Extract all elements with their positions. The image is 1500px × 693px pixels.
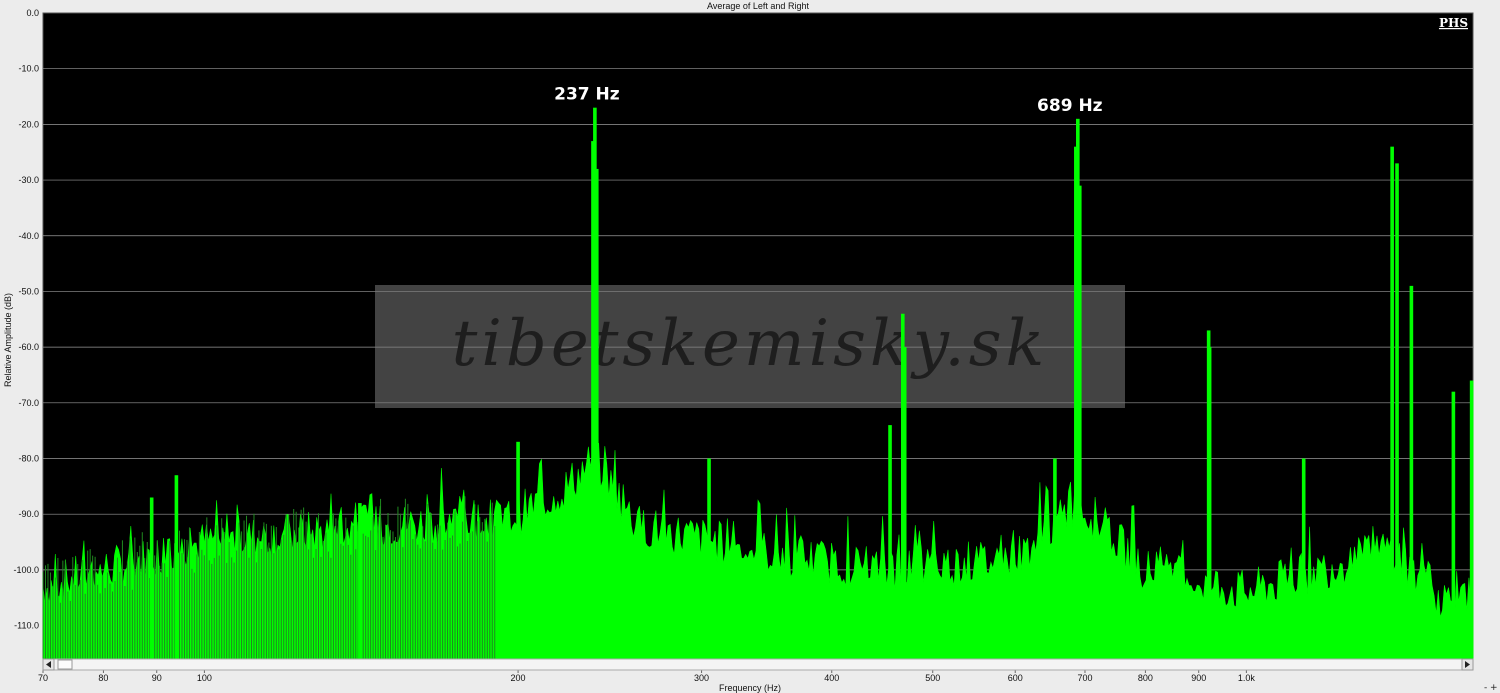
peak-bar [1301, 458, 1306, 659]
peak-bar [888, 425, 892, 659]
x-tick-label: 800 [1138, 673, 1153, 683]
scrollbar-track[interactable] [42, 658, 1474, 671]
y-tick-label: 0.0 [26, 8, 39, 18]
watermark: tibetskemisky.sk [375, 285, 1125, 408]
x-tick-label: 70 [38, 673, 48, 683]
peak-bar [149, 497, 154, 659]
peak-bar [902, 347, 907, 659]
y-tick-label: -30.0 [18, 175, 39, 185]
y-tick-labels: 0.0 -10.0 -20.0 -30.0 -40.0 -50.0 -60.0 -70.0 -8… [13, 8, 39, 631]
zoom-plus-icon[interactable]: + [1490, 683, 1498, 693]
y-tick-label: -40.0 [18, 231, 39, 241]
y-tick-label: -70.0 [18, 398, 39, 408]
x-tick-label: 100 [197, 673, 212, 683]
x-tick-label: 1.0k [1238, 673, 1256, 683]
x-tick-label: 900 [1191, 673, 1206, 683]
peak-bar [1077, 185, 1082, 659]
y-tick-label: -100.0 [13, 565, 39, 575]
peak-bar [1469, 380, 1474, 659]
chart-title: Average of Left and Right [707, 1, 809, 11]
horizontal-scrollbar[interactable] [42, 658, 1474, 671]
watermark-text: tibetskemisky.sk [452, 307, 1049, 381]
peak-bar [1409, 285, 1414, 659]
peak-bar [1395, 163, 1399, 660]
peak-annotation: 237 Hz [554, 85, 620, 105]
peak-bar [1451, 391, 1456, 659]
peak-bar [1053, 458, 1057, 659]
peak-bar [707, 458, 711, 659]
y-tick-label: -80.0 [18, 454, 39, 464]
y-tick-label: -50.0 [18, 286, 39, 296]
y-tick-label: -60.0 [18, 342, 39, 352]
zoom-minus-icon[interactable]: - [1484, 683, 1487, 693]
x-tick-label: 90 [152, 673, 162, 683]
y-tick-label: -20.0 [18, 119, 39, 129]
phs-logo: PHS [1439, 16, 1468, 30]
peak-bar [174, 475, 179, 659]
peak-bar [594, 168, 599, 659]
peak-bar [516, 441, 520, 659]
x-tick-labels: 70 80 90 100 200 300 400 500 600 700 800 900 1.0k [38, 670, 1255, 683]
y-tick-label: -110.0 [14, 621, 39, 631]
zoom-controls[interactable]: - + [1484, 683, 1498, 693]
peak-bar [358, 503, 362, 659]
scroll-thumb[interactable] [57, 659, 73, 670]
x-tick-label: 600 [1008, 673, 1023, 683]
peak-bar [1074, 146, 1078, 660]
y-axis-label: Relative Amplitude (dB) [3, 293, 13, 387]
peak-annotation: 689 Hz [1037, 96, 1103, 116]
x-tick-label: 200 [511, 673, 526, 683]
x-axis-label: Frequency (Hz) [719, 683, 781, 693]
x-tick-label: 700 [1077, 673, 1092, 683]
x-tick-label: 400 [824, 673, 839, 683]
spectrum-chart: Average of Left and Right Relative Ampli… [3, 1, 1498, 693]
x-tick-label: 80 [98, 673, 108, 683]
peak-bar [1390, 146, 1394, 660]
x-tick-label: 500 [925, 673, 940, 683]
y-tick-label: -10.0 [18, 64, 39, 74]
peak-bar [1207, 347, 1212, 659]
x-tick-label: 300 [694, 673, 709, 683]
peak-bar [591, 141, 595, 660]
y-tick-label: -90.0 [18, 509, 39, 519]
